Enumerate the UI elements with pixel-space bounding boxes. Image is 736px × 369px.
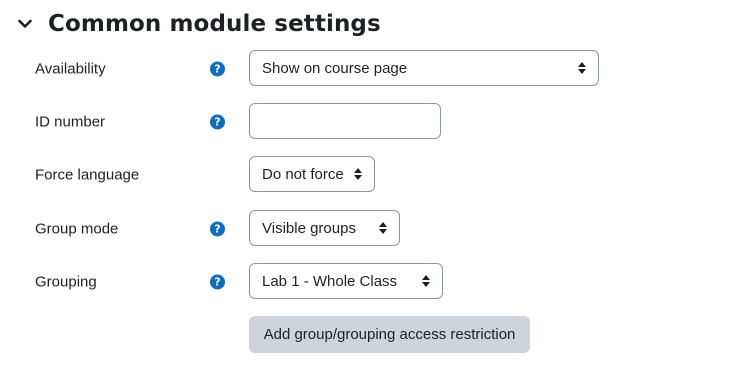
grouping-row: Grouping ? Lab 1 - Whole Class xyxy=(0,263,736,301)
help-icon[interactable]: ? xyxy=(210,61,225,77)
force-language-row: Force language Do not force xyxy=(0,156,736,194)
sort-caret-icon xyxy=(379,222,387,234)
sort-caret-icon xyxy=(354,168,362,180)
force-language-select[interactable]: Do not force xyxy=(249,156,375,192)
grouping-label: Grouping xyxy=(35,273,97,291)
add-restriction-button[interactable]: Add group/grouping access restriction xyxy=(249,316,530,353)
group-mode-value: Visible groups xyxy=(262,219,356,237)
grouping-value: Lab 1 - Whole Class xyxy=(262,272,398,290)
grouping-select[interactable]: Lab 1 - Whole Class xyxy=(249,263,443,299)
availability-value: Show on course page xyxy=(262,59,408,77)
force-language-value: Do not force xyxy=(262,165,344,183)
group-mode-row: Group mode ? Visible groups xyxy=(0,210,736,248)
availability-row: Availability ? Show on course page xyxy=(0,50,736,88)
chevron-down-icon[interactable] xyxy=(14,13,36,35)
help-icon[interactable]: ? xyxy=(210,274,225,290)
availability-label: Availability xyxy=(35,60,106,78)
help-icon[interactable]: ? xyxy=(210,114,225,130)
availability-select[interactable]: Show on course page xyxy=(249,50,599,86)
group-mode-select[interactable]: Visible groups xyxy=(249,210,400,246)
section-title: Common module settings xyxy=(48,11,381,37)
group-mode-label: Group mode xyxy=(35,220,119,238)
sort-caret-icon xyxy=(578,62,586,74)
force-language-label: Force language xyxy=(35,166,140,184)
id-number-label: ID number xyxy=(35,113,106,131)
help-icon[interactable]: ? xyxy=(210,221,225,237)
id-number-input[interactable] xyxy=(249,103,441,139)
id-number-row: ID number ? xyxy=(0,103,736,141)
section-header[interactable]: Common module settings xyxy=(14,6,381,42)
sort-caret-icon xyxy=(422,275,430,287)
